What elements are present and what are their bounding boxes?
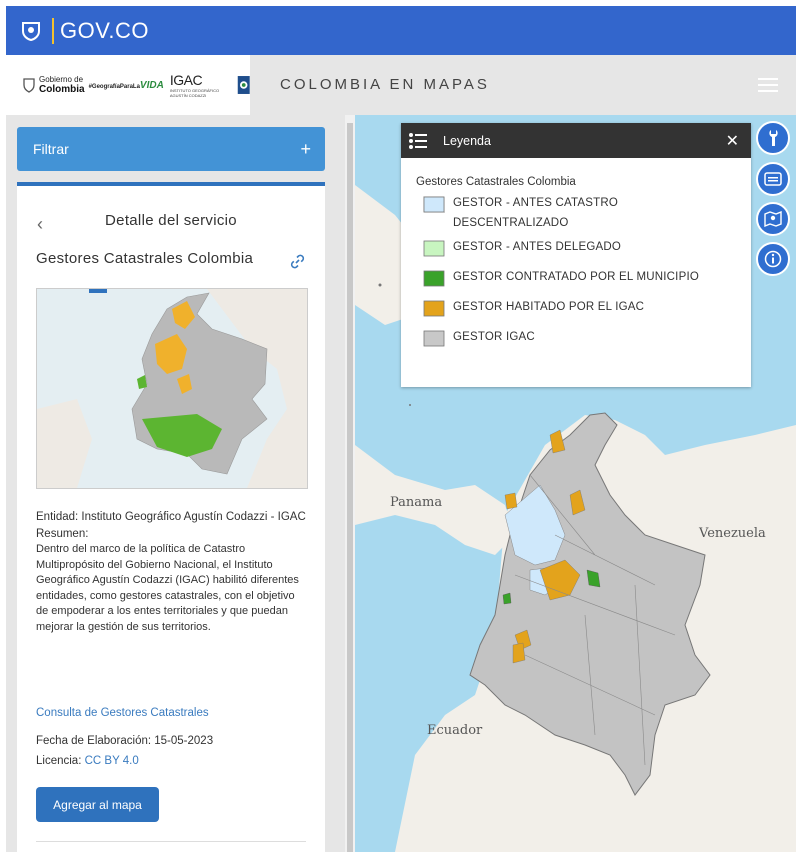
- divider: [36, 841, 306, 842]
- logo-igac-text: IGAC: [169, 72, 203, 88]
- licencia-label: Licencia:: [36, 755, 82, 767]
- detail-title: Detalle del servicio: [105, 212, 237, 229]
- resumen-text: Dentro del marco de la política de Catas…: [36, 543, 299, 633]
- legend-title: Leyenda: [443, 133, 491, 148]
- entidad-text: Entidad: Instituto Geográfico Agustín Co…: [36, 511, 306, 523]
- legend-header: Leyenda ✕: [401, 123, 751, 158]
- app-title: COLOMBIA EN MAPAS: [280, 76, 490, 93]
- legend-swatch: [423, 240, 445, 257]
- info-button[interactable]: [756, 242, 790, 276]
- legend-item-label: GESTOR HABITADO POR EL IGAC: [453, 301, 645, 313]
- app-header: Gobierno de Colombia #GeografíaParaLaVID…: [6, 55, 796, 115]
- legend-item: GESTOR IGAC: [423, 327, 713, 347]
- expand-plus-icon: +: [300, 138, 311, 159]
- licencia-link[interactable]: CC BY 4.0: [85, 755, 139, 767]
- legend-item-label: GESTOR IGAC: [453, 331, 535, 343]
- colombia-shield-icon: [22, 21, 40, 41]
- close-icon[interactable]: ✕: [726, 131, 739, 151]
- hamburger-menu-icon[interactable]: [758, 78, 778, 92]
- legend-panel: Leyenda ✕ Gestores Catastrales Colombia …: [401, 123, 751, 387]
- legend-item: GESTOR - ANTES CATASTRO DESCENTRALIZADO: [423, 193, 713, 233]
- legend-item-label: GESTOR - ANTES CATASTRO DESCENTRALIZADO: [453, 197, 618, 229]
- logo-gobierno-line1: Gobierno de: [39, 75, 84, 84]
- licencia: Licencia: CC BY 4.0: [36, 755, 139, 767]
- logo-geografia-text: #GeografíaParaLa: [88, 83, 140, 90]
- basemap-button[interactable]: [756, 202, 790, 236]
- service-detail-card: Detalle del servicio ‹ Gestores Catastra…: [17, 182, 325, 852]
- logos-strip: Gobierno de Colombia #GeografíaParaLaVID…: [6, 55, 250, 115]
- logo-geografia-vida[interactable]: #GeografíaParaLaVIDA: [89, 80, 164, 91]
- scrollbar-thumb[interactable]: [347, 123, 353, 852]
- tools-button[interactable]: [756, 121, 790, 155]
- filter-accordion[interactable]: Filtrar +: [17, 127, 325, 171]
- info-icon: [764, 250, 782, 268]
- legend-swatch: [423, 270, 445, 287]
- legend-item: GESTOR - ANTES DELEGADO: [423, 237, 713, 257]
- wrench-icon: [769, 130, 778, 146]
- resumen-label: Resumen:: [36, 527, 89, 540]
- logo-igac-subtext: INSTITUTO GEOGRÁFICO AGUSTÍN CODAZZI: [169, 88, 220, 98]
- left-panel: Filtrar + Detalle del servicio ‹ Gestore…: [6, 115, 345, 852]
- thumbnail-map: [37, 289, 307, 488]
- map-icon: [764, 211, 782, 227]
- map-label-venezuela: Venezuela: [699, 526, 766, 541]
- legend-item: GESTOR CONTRATADO POR EL MUNICIPIO: [423, 267, 713, 287]
- govco-divider: [52, 17, 54, 44]
- logo-gobierno-colombia[interactable]: Gobierno de Colombia: [22, 75, 85, 95]
- layers-button[interactable]: [756, 162, 790, 196]
- fecha-elaboracion: Fecha de Elaboración: 15-05-2023: [36, 735, 214, 747]
- logo-gobierno-line2: Colombia: [39, 84, 85, 95]
- igac-emblem-icon: [237, 76, 250, 94]
- list-icon[interactable]: [408, 132, 428, 150]
- legend-swatch: [423, 300, 445, 317]
- legend-layer-name: Gestores Catastrales Colombia: [416, 176, 576, 188]
- map-label-panama: Panama: [390, 495, 443, 510]
- filter-label: Filtrar: [33, 141, 69, 157]
- logo-vida-text: VIDA: [139, 79, 164, 91]
- escudo-icon: [23, 78, 35, 93]
- service-thumbnail: [36, 288, 308, 489]
- legend-swatch: [423, 330, 445, 347]
- legend-item: GESTOR HABITADO POR EL IGAC: [423, 297, 713, 317]
- legend-item-label: GESTOR - ANTES DELEGADO: [453, 241, 621, 253]
- service-name: Gestores Catastrales Colombia: [36, 250, 254, 267]
- link-icon[interactable]: [289, 253, 306, 270]
- back-chevron-icon[interactable]: ‹: [37, 214, 43, 235]
- add-to-map-button[interactable]: Agregar al mapa: [36, 787, 159, 822]
- logo-igac[interactable]: IGAC INSTITUTO GEOGRÁFICO AGUSTÍN CODAZZ…: [170, 72, 235, 98]
- govco-link[interactable]: GOV.CO: [60, 18, 149, 44]
- legend-swatch: [423, 196, 445, 213]
- service-info: Entidad: Instituto Geográfico Agustín Co…: [36, 509, 308, 635]
- panel-scrollbar[interactable]: [345, 115, 355, 852]
- map-label-ecuador: Ecuador: [427, 723, 483, 738]
- govco-bar: GOV.CO: [6, 6, 796, 55]
- legend-item-label: GESTOR CONTRATADO POR EL MUNICIPIO: [453, 271, 699, 283]
- layers-window-icon: [764, 172, 782, 186]
- consulta-gestores-link[interactable]: Consulta de Gestores Catastrales: [36, 707, 209, 719]
